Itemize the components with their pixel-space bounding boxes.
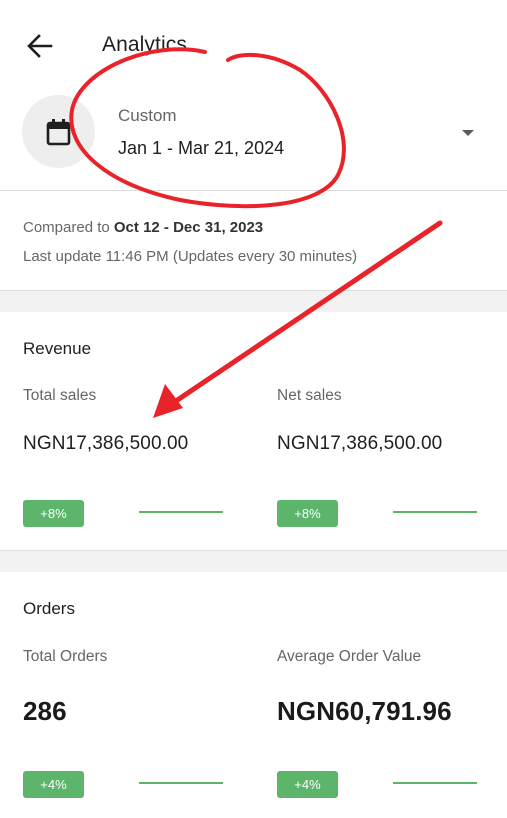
calendar-icon-container bbox=[22, 95, 95, 168]
comparison-period: Oct 12 - Dec 31, 2023 bbox=[113, 219, 264, 236]
net-sales-label: Net sales bbox=[277, 387, 342, 404]
date-range-label: Custom bbox=[118, 106, 177, 125]
total-sales-change-badge: +8% bbox=[23, 500, 84, 527]
chevron-down-icon[interactable] bbox=[459, 126, 477, 138]
total-sales-sparkline bbox=[139, 511, 223, 513]
net-sales-value[interactable]: NGN17,386,500.00 bbox=[277, 433, 442, 455]
net-sales-change-badge: +8% bbox=[277, 500, 338, 527]
divider bbox=[0, 190, 507, 191]
total-sales-value[interactable]: NGN17,386,500.00 bbox=[23, 433, 188, 455]
total-orders-value[interactable]: 286 bbox=[23, 696, 67, 727]
comparison-text: Compared to Oct 12 - Dec 31, 2023 bbox=[23, 219, 263, 236]
section-separator bbox=[0, 290, 507, 312]
total-orders-sparkline bbox=[139, 782, 223, 784]
revenue-section-title: Revenue bbox=[23, 339, 92, 358]
net-sales-sparkline bbox=[393, 511, 477, 513]
last-update-text: Last update 11:46 PM (Updates every 30 m… bbox=[23, 248, 358, 265]
orders-section-title: Orders bbox=[23, 599, 75, 618]
page-title: Analytics bbox=[102, 33, 187, 56]
avg-order-value-label: Average Order Value bbox=[277, 648, 422, 665]
arrow-left-icon[interactable] bbox=[24, 30, 56, 62]
total-orders-label: Total Orders bbox=[23, 648, 108, 665]
avg-order-value-sparkline bbox=[393, 782, 477, 784]
avg-order-value-change-badge: +4% bbox=[277, 771, 338, 798]
section-separator bbox=[0, 550, 507, 572]
calendar-icon bbox=[46, 119, 71, 146]
total-sales-label: Total sales bbox=[23, 387, 97, 404]
comparison-prefix: Compared to bbox=[23, 219, 114, 236]
total-orders-change-badge: +4% bbox=[23, 771, 84, 798]
red-arrow-head bbox=[153, 384, 183, 418]
avg-order-value-value[interactable]: NGN60,791.96 bbox=[277, 696, 452, 727]
date-range-value: Jan 1 - Mar 21, 2024 bbox=[118, 138, 285, 158]
top-app-bar: Analytics bbox=[0, 0, 507, 92]
